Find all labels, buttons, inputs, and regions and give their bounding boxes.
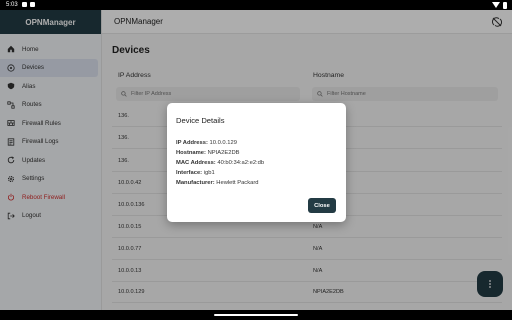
dialog-title: Device Details — [176, 116, 225, 125]
wifi-icon — [492, 2, 500, 8]
detail-label: Manufacturer: — [176, 180, 215, 186]
detail-mac-address: MAC Address: 40:b0:34:a2:e2:db — [176, 160, 264, 166]
detail-ip-address: IP Address: 10.0.0.129 — [176, 140, 237, 146]
device-details-dialog: Device Details IP Address: 10.0.0.129 Ho… — [167, 103, 346, 222]
detail-value: 40:b0:34:a2:e2:db — [217, 160, 265, 166]
detail-hostname: Hostname: NPIA2E2DB — [176, 150, 240, 156]
notification-icon — [22, 2, 27, 7]
detail-label: IP Address: — [176, 140, 208, 146]
battery-icon — [503, 1, 507, 9]
detail-value: NPIA2E2DB — [207, 150, 240, 156]
detail-label: Hostname: — [176, 150, 206, 156]
detail-label: MAC Address: — [176, 160, 216, 166]
notification-icon — [30, 2, 35, 7]
detail-value: 10.0.0.129 — [209, 140, 237, 146]
system-icons — [492, 0, 507, 10]
detail-interface: Interface: igb1 — [176, 170, 215, 176]
app-window: OPNManager Home Devices Alias Routes Fir… — [0, 10, 512, 310]
detail-manufacturer: Manufacturer: Hewlett Packard — [176, 180, 259, 186]
close-button[interactable]: Close — [308, 198, 336, 213]
home-gesture-handle[interactable] — [214, 314, 298, 316]
detail-label: Interface: — [176, 170, 203, 176]
detail-value: Hewlett Packard — [216, 180, 259, 186]
notification-icons — [22, 2, 35, 7]
status-time: 5:03 — [6, 2, 18, 8]
system-nav-bar — [0, 310, 512, 320]
detail-value: igb1 — [203, 170, 215, 176]
status-bar: 5:03 — [0, 0, 512, 10]
